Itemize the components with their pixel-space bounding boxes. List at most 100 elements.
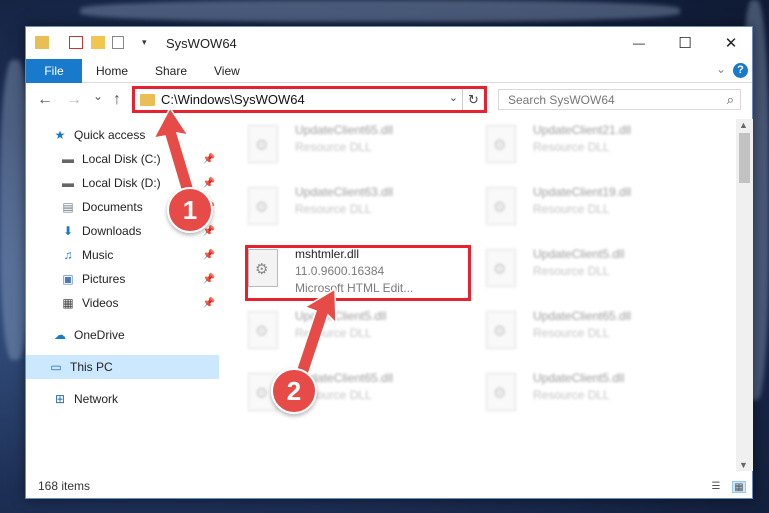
chevron-down-icon[interactable]: ⌄ [449,91,458,104]
tab-view[interactable]: View [214,64,240,78]
file-tile[interactable]: UpdateClient65.dll Resource DLL [460,305,690,357]
file-tile[interactable]: UpdateClient63.dll Resource DLL [222,181,452,233]
dll-file-icon [248,125,278,163]
sidebar-item-label: OneDrive [74,328,125,342]
close-button[interactable]: ✕ [708,27,754,59]
dll-file-icon [486,249,516,287]
file-name: UpdateClient65.dll [295,123,394,137]
file-tile[interactable]: UpdateClient65.dll Resource DLL [222,119,452,171]
sidebar-item-label: Music [82,248,114,262]
back-button[interactable]: ← [37,91,53,109]
documents-icon: ▤ [62,200,74,214]
drive-icon: ▬ [62,176,74,190]
toolbar-dropdown-icon[interactable]: ▾ [142,36,156,49]
search-input[interactable]: Search SysWOW64 [508,93,615,107]
dll-file-icon [248,311,278,349]
ribbon: File Home Share View ⌄ ? [26,59,752,83]
file-name: UpdateClient5.dll [533,247,625,261]
scroll-up-icon[interactable]: ▲ [739,120,748,130]
computer-icon: ▭ [50,360,62,374]
annotation-badge-2: 2 [271,368,317,414]
star-icon: ★ [54,128,66,142]
dll-file-icon [248,187,278,225]
file-tile[interactable]: UpdateClient5.dll Resource DLL [460,367,690,419]
recent-locations-button[interactable]: ⌄ [93,89,103,103]
scroll-down-icon[interactable]: ▼ [739,460,748,470]
dll-file-icon [486,373,516,411]
file-name: UpdateClient63.dll [295,185,394,199]
scrollbar-thumb[interactable] [739,133,750,183]
sidebar-item[interactable]: ♫ Music 📌 [26,243,219,267]
dll-file-icon [486,187,516,225]
file-type: Resource DLL [295,202,372,216]
sidebar-item-label: Local Disk (D:) [82,176,161,190]
annotation-badge-1: 1 [167,187,213,233]
file-tile[interactable]: UpdateClient21.dll Resource DLL [460,119,690,171]
background-streak [80,0,680,22]
file-type: Resource DLL [533,388,610,402]
file-tab[interactable]: File [26,59,82,83]
file-explorer-window: ▾ SysWOW64 — ☐ ✕ File Home Share View ⌄ … [25,26,753,499]
dll-file-icon [486,311,516,349]
pin-icon[interactable]: 📌 [203,274,215,285]
forward-button[interactable]: → [66,91,82,109]
status-bar: 168 items ☰ ▦ [26,473,752,499]
file-tile[interactable]: UpdateClient5.dll Resource DLL [460,243,690,295]
pin-icon[interactable]: 📌 [203,250,215,261]
sidebar-item-label: Videos [82,296,119,310]
sidebar-item[interactable]: ▭ This PC [26,355,219,379]
network-icon: ⊞ [54,392,66,406]
sidebar-item-label: Downloads [82,224,142,238]
sidebar-item-label: Documents [82,200,143,214]
search-icon[interactable]: ⌕ [727,92,734,108]
file-type: Resource DLL [295,140,372,154]
vertical-scrollbar[interactable]: ▲ ▼ [736,119,753,471]
drive-icon: ▬ [62,152,74,166]
dll-file-icon [486,125,516,163]
refresh-button[interactable]: ↻ [462,89,484,110]
sidebar-item-label: Network [74,392,119,406]
details-view-icon[interactable]: ☰ [709,481,723,493]
pin-icon[interactable]: 📌 [203,298,215,309]
sidebar-item-label: Local Disk (C:) [82,152,161,166]
sidebar-item-label: Pictures [82,272,126,286]
sidebar-item[interactable]: ▣ Pictures 📌 [26,267,219,291]
navigation-bar: ← → ⌄ ↑ C:\Windows\SysWOW64 ⌄ ↻ Search S… [26,83,752,117]
window-title: SysWOW64 [166,36,237,51]
file-name: UpdateClient21.dll [533,123,632,137]
sidebar-item-label: Quick access [74,128,146,142]
videos-icon: ▦ [62,296,74,310]
file-type: Resource DLL [533,140,610,154]
up-button[interactable]: ↑ [113,91,121,109]
sidebar-item-label: This PC [70,360,113,374]
help-icon[interactable]: ? [733,63,748,78]
downloads-icon: ⬇ [62,224,74,238]
file-type: Resource DLL [533,326,610,340]
file-type: Resource DLL [533,202,610,216]
highlight-box-file [245,245,471,301]
file-tile[interactable]: UpdateClient19.dll Resource DLL [460,181,690,233]
file-name: UpdateClient65.dll [533,309,632,323]
tab-home[interactable]: Home [96,64,128,78]
expand-ribbon-icon[interactable]: ⌄ [716,62,726,76]
file-name: UpdateClient19.dll [533,185,632,199]
properties-icon[interactable] [69,36,83,49]
title-bar: ▾ SysWOW64 — ☐ ✕ [26,27,752,59]
file-name: UpdateClient5.dll [533,371,625,385]
tiles-view-icon[interactable]: ▦ [732,481,746,493]
music-icon: ♫ [63,248,73,262]
new-folder-icon[interactable] [91,36,105,49]
sidebar-item[interactable]: ☁ OneDrive [26,323,219,347]
sidebar-item[interactable]: ⊞ Network [26,387,219,411]
folder-icon [35,36,49,49]
item-count: 168 items [38,479,91,493]
tab-share[interactable]: Share [155,64,187,78]
file-type: Resource DLL [533,264,610,278]
maximize-button[interactable]: ☐ [662,27,708,59]
onedrive-icon: ☁ [54,328,66,342]
minimize-button[interactable]: — [616,27,662,59]
customize-toolbar-icon[interactable] [112,36,124,49]
pictures-icon: ▣ [62,272,74,286]
sidebar-item[interactable]: ▦ Videos 📌 [26,291,219,315]
search-box[interactable]: Search SysWOW64 ⌕ [498,89,741,110]
